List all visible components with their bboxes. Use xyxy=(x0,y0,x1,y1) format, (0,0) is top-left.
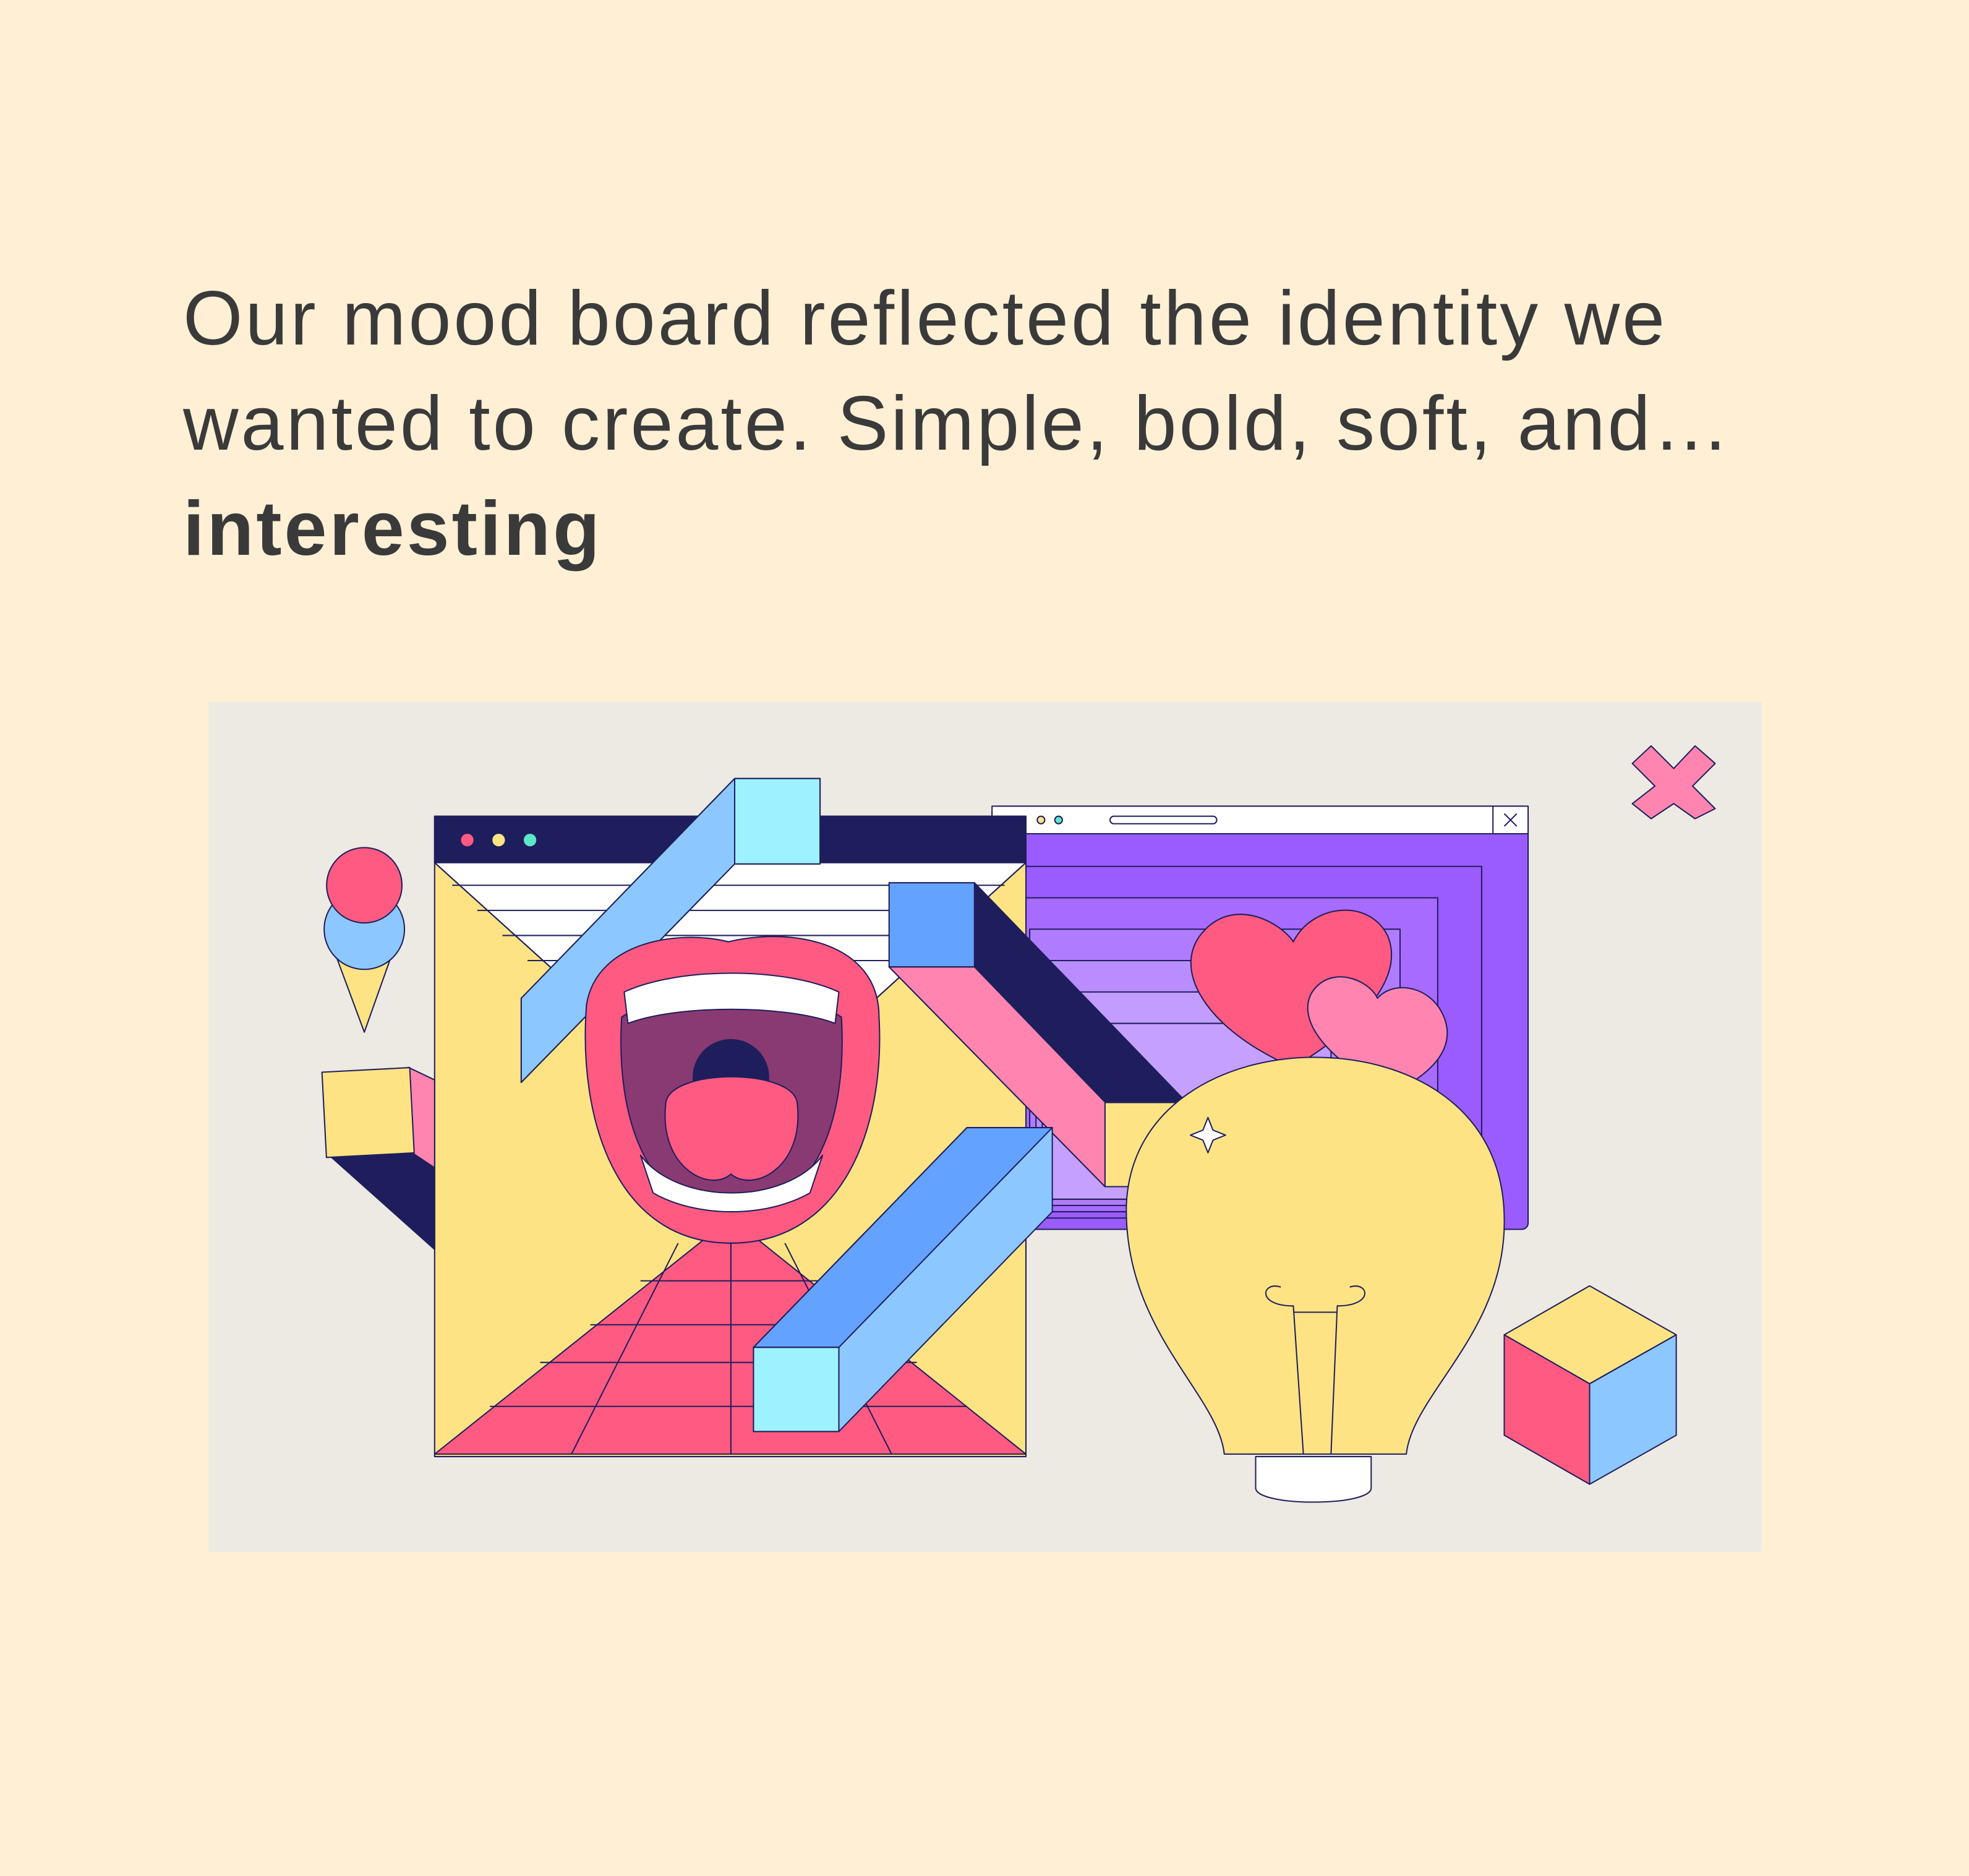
mood-board-illustration xyxy=(208,701,1762,1553)
